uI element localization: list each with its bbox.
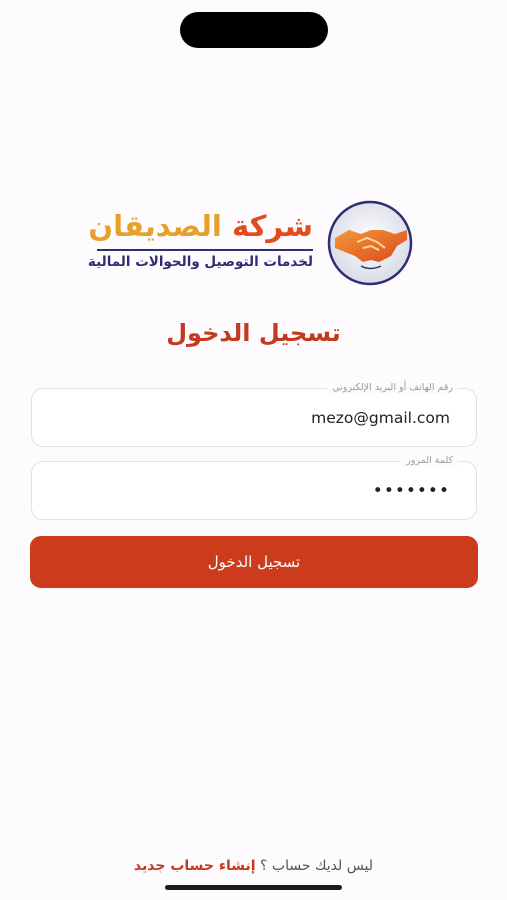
brand-tagline: لخدمات التوصيل والحوالات المالية: [87, 254, 313, 270]
handshake-icon: [327, 200, 413, 286]
login-screen: شركة الصديقان لخدمات التوصيل والحوالات ا…: [0, 0, 507, 900]
brand-name-part2: الصديقان: [88, 209, 222, 243]
company-logo: شركة الصديقان لخدمات التوصيل والحوالات ا…: [85, 198, 417, 288]
email-field[interactable]: رقم الهاتف أو البريد الإلكتروني: [31, 382, 477, 447]
dynamic-island: [180, 12, 328, 48]
email-field-label: رقم الهاتف أو البريد الإلكتروني: [327, 382, 458, 394]
password-input[interactable]: [46, 478, 450, 504]
email-input[interactable]: [46, 405, 450, 431]
login-button[interactable]: تسجيل الدخول: [30, 536, 478, 588]
brand-name: شركة الصديقان: [88, 208, 313, 244]
brand-name-part1: شركة: [231, 209, 313, 243]
page-title: تسجيل الدخول: [166, 319, 341, 347]
password-field[interactable]: كلمة المرور: [31, 455, 477, 520]
create-account-link[interactable]: إنشاء حساب جديد: [134, 858, 256, 874]
logo-divider: [97, 249, 313, 251]
password-field-label: كلمة المرور: [401, 455, 458, 467]
signup-prompt: ليس لديك حساب ؟ إنشاء حساب جديد: [0, 856, 507, 876]
home-indicator[interactable]: [165, 885, 342, 890]
signup-question: ليس لديك حساب ؟: [260, 858, 374, 874]
